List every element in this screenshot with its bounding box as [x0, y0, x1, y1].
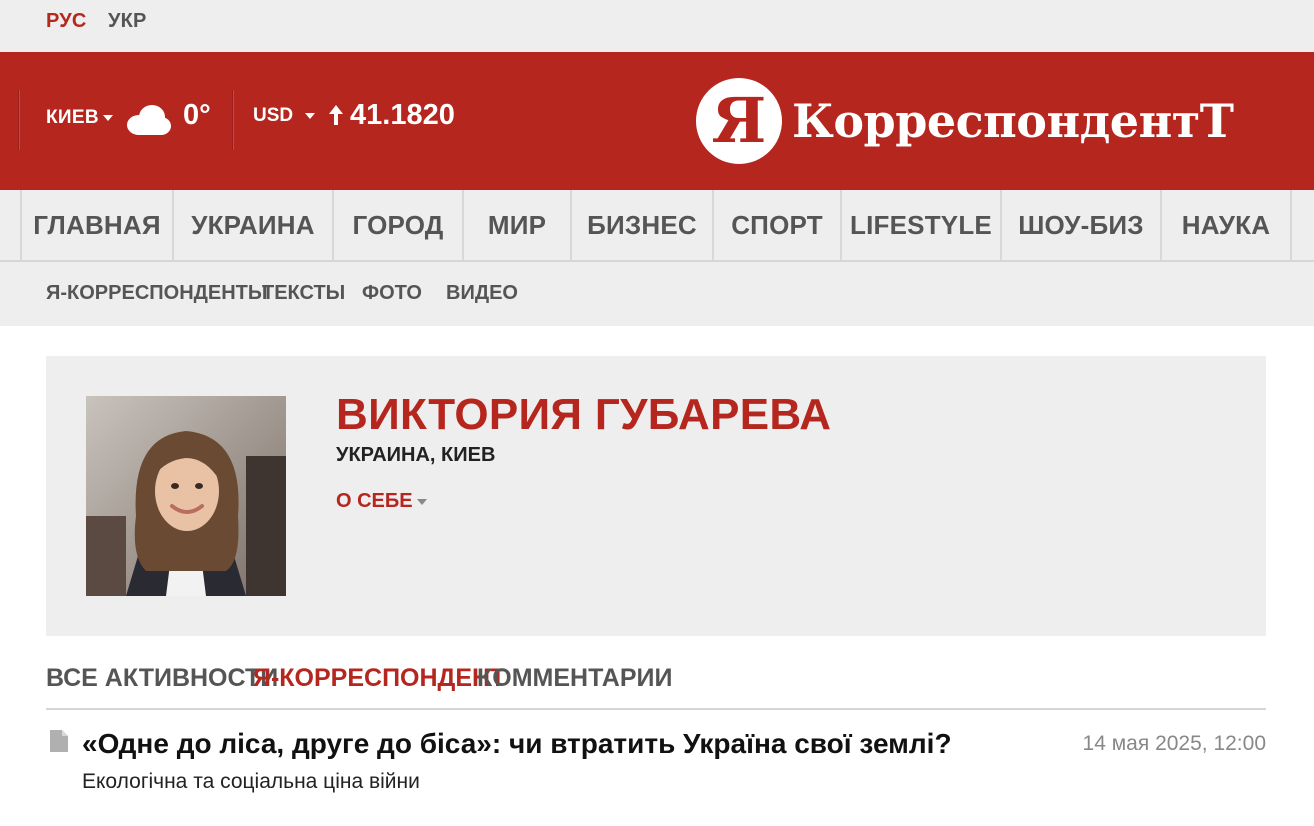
cloud-icon — [127, 105, 171, 135]
nav-item-glavnaya[interactable]: ГЛАВНАЯ — [20, 190, 172, 260]
currency-selector[interactable]: USD — [253, 105, 316, 127]
about-toggle[interactable]: О СЕБЕ — [336, 490, 427, 513]
sub-nav: Я-КОРРЕСПОНДЕНТЫ ТЕКСТЫ ФОТО ВИДЕО — [0, 262, 1314, 326]
nav-item-biznes[interactable]: БИЗНЕС — [570, 190, 712, 260]
author-location: УКРАИНА, КИЕВ — [336, 444, 496, 466]
article-title-link[interactable]: «Одне до ліса, друге до біса»: чи втрати… — [82, 728, 952, 760]
about-label: О СЕБЕ — [336, 490, 413, 512]
list-item: «Одне до ліса, друге до біса»: чи втрати… — [46, 728, 1266, 808]
arrow-up-icon — [329, 105, 343, 125]
main-nav: ГЛАВНАЯ УКРАИНА ГОРОД МИР БИЗНЕС СПОРТ L… — [0, 190, 1314, 262]
tab-all-activity[interactable]: ВСЕ АКТИВНОСТИ — [46, 664, 278, 693]
exchange-rate-value: 41.1820 — [350, 99, 455, 131]
author-name: ВИКТОРИЯ ГУБАРЕВА — [336, 390, 832, 439]
exchange-rate: 41.1820 — [326, 99, 455, 132]
header-divider — [18, 90, 20, 150]
nav-item-mir[interactable]: МИР — [462, 190, 570, 260]
chevron-down-icon — [305, 112, 316, 119]
avatar — [86, 396, 286, 596]
chevron-down-icon — [416, 498, 427, 505]
subnav-item-photo[interactable]: ФОТО — [362, 282, 422, 305]
site-header: КИЕВ 0° USD 41.1820 Я КорреспондентТ — [0, 52, 1314, 190]
nav-item-shou-biz[interactable]: ШОУ-БИЗ — [1000, 190, 1160, 260]
document-icon — [50, 730, 68, 752]
subnav-item-correspondents[interactable]: Я-КОРРЕСПОНДЕНТЫ — [46, 282, 267, 305]
nav-item-gorod[interactable]: ГОРОД — [332, 190, 462, 260]
lang-ua-link[interactable]: УКР — [108, 10, 147, 33]
subnav-item-video[interactable]: ВИДЕО — [446, 282, 518, 305]
nav-item-sport[interactable]: СПОРТ — [712, 190, 840, 260]
tab-ya-korrespondent[interactable]: Я-КОРРЕСПОНДЕНТ — [253, 664, 505, 693]
site-logo[interactable]: Я КорреспондентТ — [696, 78, 1234, 164]
subnav-item-texts[interactable]: ТЕКСТЫ — [262, 282, 345, 305]
city-selector[interactable]: КИЕВ — [46, 107, 113, 129]
activity-tabs: ВСЕ АКТИВНОСТИ Я-КОРРЕСПОНДЕНТ КОММЕНТАР… — [46, 664, 1266, 710]
article-date: 14 мая 2025, 12:00 — [1082, 732, 1266, 755]
header-divider — [232, 90, 234, 150]
author-profile-card: ВИКТОРИЯ ГУБАРЕВА УКРАИНА, КИЕВ О СЕБЕ — [46, 356, 1266, 636]
chevron-down-icon — [102, 114, 113, 121]
tab-comments[interactable]: КОММЕНТАРИИ — [477, 664, 672, 693]
temperature-value: 0° — [183, 99, 211, 131]
lang-ru-link[interactable]: РУС — [46, 10, 87, 33]
logo-wordmark: КорреспондентТ — [792, 94, 1234, 148]
nav-item-lifestyle[interactable]: LIFESTYLE — [840, 190, 1000, 260]
article-subtitle: Екологічна та соціальна ціна війни — [82, 770, 420, 793]
nav-item-nauka[interactable]: НАУКА — [1160, 190, 1292, 260]
language-bar: РУС УКР — [0, 0, 1314, 52]
currency-label: USD — [253, 105, 294, 126]
nav-item-ukraina[interactable]: УКРАИНА — [172, 190, 332, 260]
logo-badge: Я — [696, 78, 782, 164]
city-label: КИЕВ — [46, 107, 99, 128]
